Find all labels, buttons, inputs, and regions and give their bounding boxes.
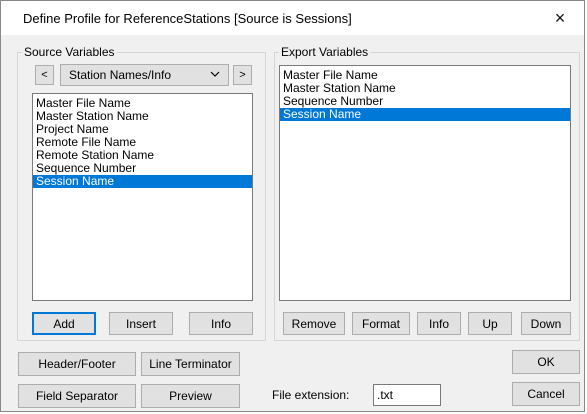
source-variables-label: Source Variables xyxy=(24,45,115,59)
export-variables-list[interactable]: Master File Name Master Station Name Seq… xyxy=(279,65,571,301)
chevron-right-icon: > xyxy=(239,69,246,81)
up-button[interactable]: Up xyxy=(468,312,512,335)
chevron-left-icon: < xyxy=(41,69,48,81)
field-separator-button[interactable]: Field Separator xyxy=(18,384,136,408)
dialog-title: Define Profile for ReferenceStations [So… xyxy=(23,11,352,26)
next-category-button[interactable]: > xyxy=(233,65,252,85)
add-button[interactable]: Add xyxy=(32,312,96,335)
category-dropdown[interactable]: Station Names/Info xyxy=(60,64,229,86)
ok-button[interactable]: OK xyxy=(512,350,580,374)
remove-button[interactable]: Remove xyxy=(283,312,345,335)
preview-button[interactable]: Preview xyxy=(141,384,240,408)
export-info-button[interactable]: Info xyxy=(417,312,461,335)
insert-button[interactable]: Insert xyxy=(109,312,173,335)
header-footer-button[interactable]: Header/Footer xyxy=(18,352,136,376)
prev-category-button[interactable]: < xyxy=(35,65,54,85)
file-extension-field[interactable]: .txt xyxy=(373,384,441,406)
close-icon[interactable]: × xyxy=(548,7,572,29)
title-bar: Define Profile for ReferenceStations [So… xyxy=(1,1,584,35)
format-button[interactable]: Format xyxy=(352,312,410,335)
source-variables-list[interactable]: Master File Name Master Station Name Pro… xyxy=(32,93,253,301)
chevron-down-icon xyxy=(210,67,220,84)
cancel-button[interactable]: Cancel xyxy=(512,382,580,406)
list-item[interactable]: Session Name xyxy=(33,175,252,188)
export-variables-label: Export Variables xyxy=(281,45,369,59)
source-info-button[interactable]: Info xyxy=(189,312,253,335)
line-terminator-button[interactable]: Line Terminator xyxy=(141,352,240,376)
down-button[interactable]: Down xyxy=(521,312,571,335)
file-extension-label: File extension: xyxy=(272,388,350,402)
category-selected-value: Station Names/Info xyxy=(69,68,172,82)
list-item[interactable]: Session Name xyxy=(280,108,570,121)
define-profile-dialog: Define Profile for ReferenceStations [So… xyxy=(0,0,585,412)
